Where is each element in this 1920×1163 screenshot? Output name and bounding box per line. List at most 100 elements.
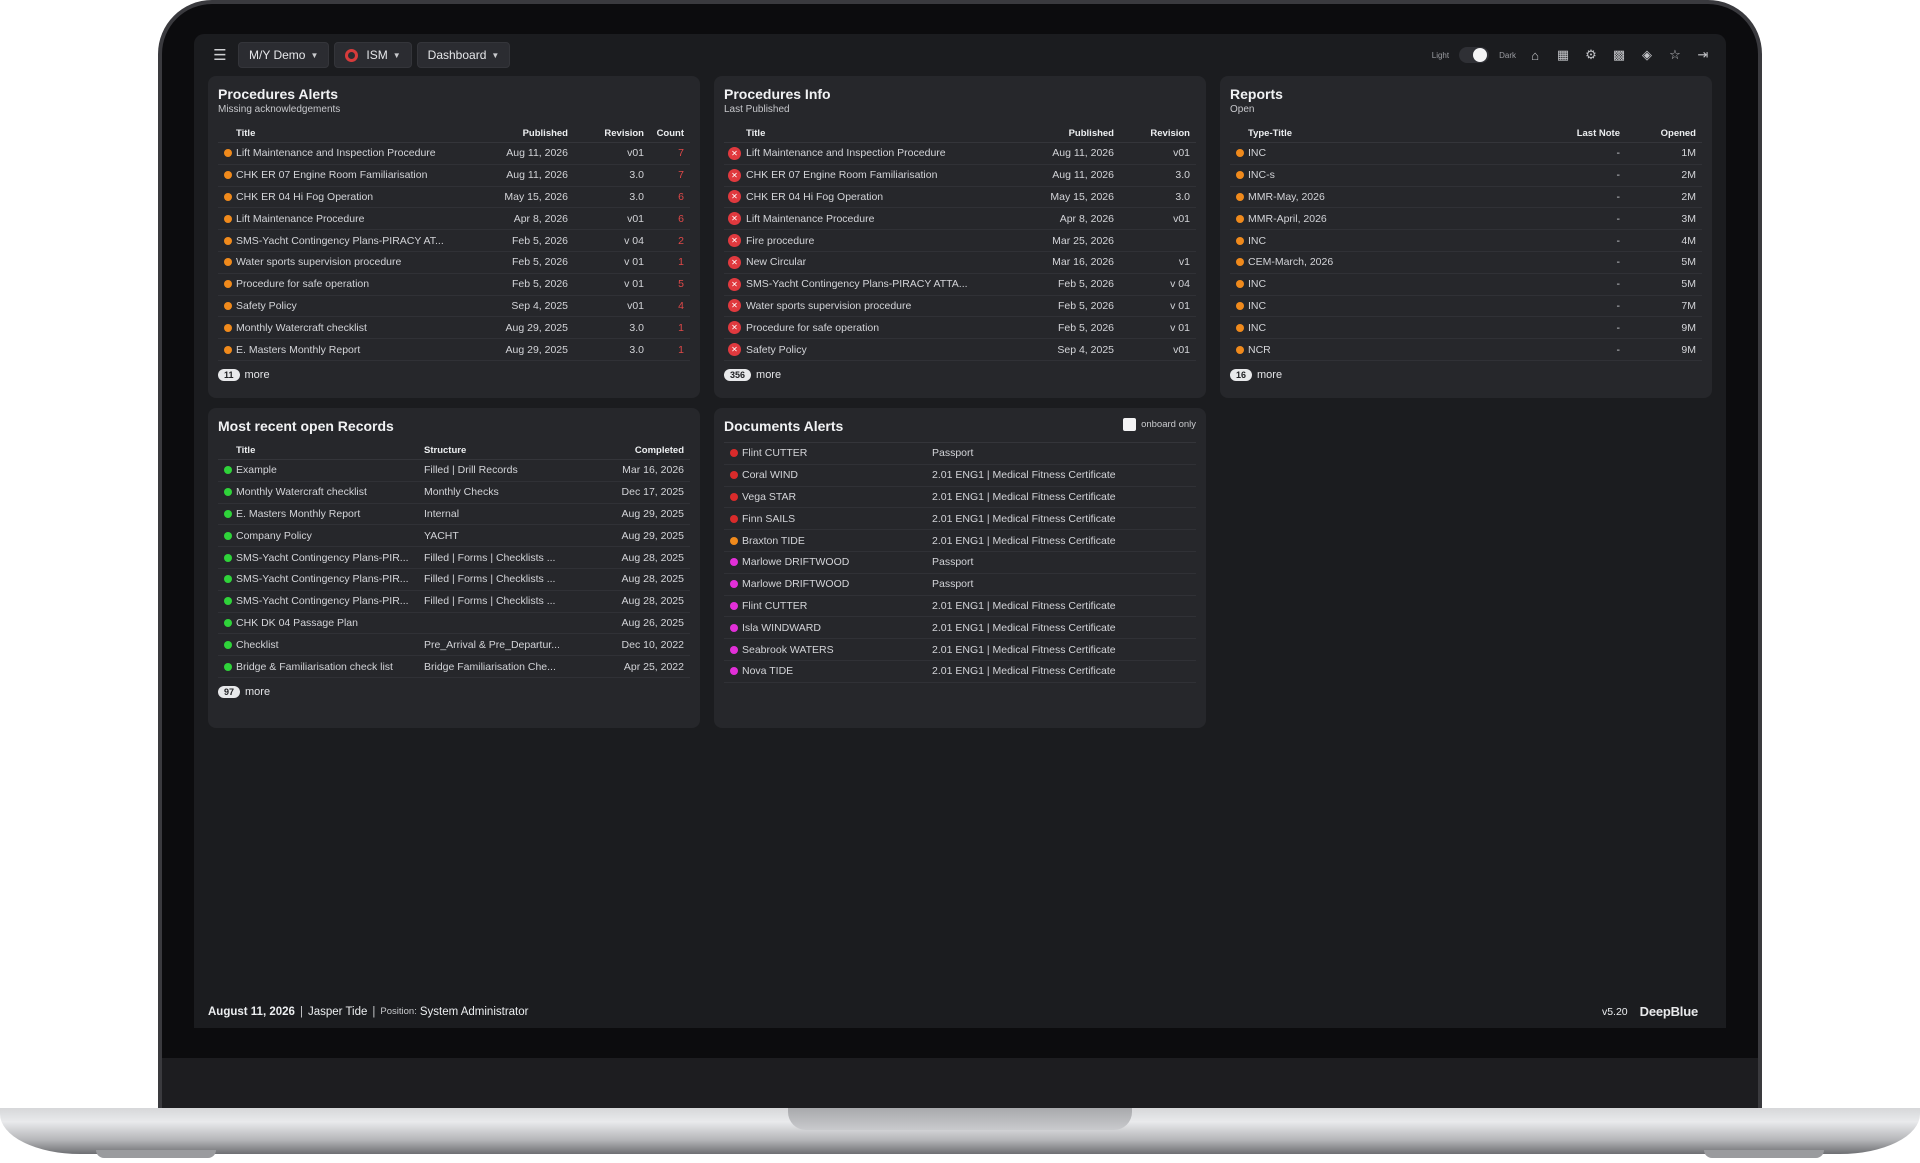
table-row[interactable]: Vega STAR 2.01 ENG1 | Medical Fitness Cer…	[724, 487, 1196, 509]
procedure-title[interactable]: Procedure for safe operation	[746, 322, 1000, 334]
table-row[interactable]: Lift Maintenance and Inspection Procedur…	[724, 143, 1196, 165]
report-type-title[interactable]: MMR-May, 2026	[1248, 191, 1506, 203]
onboard-only-filter[interactable]: onboard only	[1123, 418, 1196, 431]
crew-name[interactable]: Isla WINDWARD	[742, 622, 932, 634]
procedure-title[interactable]: Water sports supervision procedure	[236, 256, 454, 268]
procedure-title[interactable]: Safety Policy	[746, 344, 1000, 356]
procedure-title[interactable]: CHK ER 07 Engine Room Familiarisation	[236, 169, 454, 181]
column-header[interactable]: Revision	[1120, 128, 1196, 139]
procedure-title[interactable]: Lift Maintenance and Inspection Procedur…	[746, 147, 1000, 159]
report-type-title[interactable]: INC-s	[1248, 169, 1506, 181]
record-title[interactable]: E. Masters Monthly Report	[236, 508, 424, 520]
table-row[interactable]: Water sports supervision procedure Feb 5,…	[724, 296, 1196, 318]
table-row[interactable]: CHK ER 04 Hi Fog Operation May 15, 2026 3.…	[218, 187, 690, 209]
table-row[interactable]: Finn SAILS 2.01 ENG1 | Medical Fitness Ce…	[724, 508, 1196, 531]
theme-toggle[interactable]	[1459, 47, 1490, 63]
table-row[interactable]: Procedure for safe operation Feb 5, 2026 v…	[218, 274, 690, 296]
table-row[interactable]: CEM-March, 2026 - 5M	[1230, 252, 1702, 274]
table-row[interactable]: SMS-Yacht Contingency Plans-PIRACY ATTA.…	[724, 274, 1196, 296]
table-row[interactable]: Example Filled | Drill Records Mar 16, 202…	[218, 460, 690, 482]
table-row[interactable]: Nova TIDE 2.01 ENG1 | Medical Fitness Cer…	[724, 661, 1196, 683]
record-title[interactable]: Checklist	[236, 639, 424, 651]
column-header[interactable]: Last Note	[1506, 128, 1626, 139]
current-user[interactable]: Jasper Tide	[308, 1006, 367, 1018]
column-header[interactable]: Published	[454, 128, 574, 139]
procedure-title[interactable]: Fire procedure	[746, 235, 1000, 247]
report-type-title[interactable]: CEM-March, 2026	[1248, 256, 1506, 268]
column-header[interactable]: Published	[1000, 128, 1120, 139]
table-row[interactable]: INC - 4M	[1230, 230, 1702, 252]
record-title[interactable]: Bridge & Familiarisation check list	[236, 661, 424, 673]
table-row[interactable]: MMR-April, 2026 - 3M	[1230, 208, 1702, 231]
procedure-title[interactable]: Monthly Watercraft checklist	[236, 322, 454, 334]
star-icon[interactable]: ☆	[1666, 46, 1684, 64]
procedure-title[interactable]: Procedure for safe operation	[236, 278, 454, 290]
gear-icon[interactable]: ⚙	[1582, 46, 1600, 64]
column-header[interactable]: Revision	[574, 128, 650, 139]
report-type-title[interactable]: NCR	[1248, 344, 1506, 356]
table-row[interactable]: INC - 5M	[1230, 274, 1702, 296]
table-row[interactable]: Lift Maintenance Procedure Apr 8, 2026 v01…	[218, 208, 690, 231]
table-row[interactable]: Checklist Pre_Arrival & Pre_Departur... De…	[218, 634, 690, 657]
procedure-title[interactable]: E. Masters Monthly Report	[236, 344, 454, 356]
table-row[interactable]: INC-s - 2M	[1230, 165, 1702, 187]
calendar-icon[interactable]: ▦	[1554, 46, 1572, 64]
procedure-title[interactable]: Water sports supervision procedure	[746, 300, 1000, 312]
report-type-title[interactable]: MMR-April, 2026	[1248, 213, 1506, 225]
table-row[interactable]: New Circular Mar 16, 2026 v1	[724, 252, 1196, 274]
table-row[interactable]: Lift Maintenance Procedure Apr 8, 2026 v01	[724, 208, 1196, 231]
table-row[interactable]: SMS-Yacht Contingency Plans-PIR... Filled…	[218, 591, 690, 613]
procedure-title[interactable]: SMS-Yacht Contingency Plans-PIRACY AT...	[236, 235, 454, 247]
view-dropdown[interactable]: Dashboard ▼	[416, 42, 511, 68]
record-title[interactable]: SMS-Yacht Contingency Plans-PIR...	[236, 573, 424, 585]
procedure-title[interactable]: Safety Policy	[236, 300, 454, 312]
module-dropdown[interactable]: ISM ▼	[334, 42, 412, 68]
table-row[interactable]: CHK ER 07 Engine Room Familiarisation Aug…	[724, 165, 1196, 187]
record-title[interactable]: SMS-Yacht Contingency Plans-PIR...	[236, 595, 424, 607]
procedure-title[interactable]: Lift Maintenance Procedure	[746, 213, 1000, 225]
crew-name[interactable]: Marlowe DRIFTWOOD	[742, 578, 932, 590]
table-row[interactable]: CHK ER 07 Engine Room Familiarisation Aug…	[218, 165, 690, 187]
table-row[interactable]: SMS-Yacht Contingency Plans-PIR... Filled…	[218, 569, 690, 591]
table-row[interactable]: Marlowe DRIFTWOOD Passport	[724, 574, 1196, 596]
column-header[interactable]: Completed	[590, 445, 690, 456]
table-row[interactable]: INC - 7M	[1230, 296, 1702, 318]
crew-name[interactable]: Coral WIND	[742, 469, 932, 481]
table-row[interactable]: CHK DK 04 Passage Plan Aug 26, 2025	[218, 613, 690, 635]
table-row[interactable]: E. Masters Monthly Report Internal Aug 29,…	[218, 504, 690, 526]
record-title[interactable]: Monthly Watercraft checklist	[236, 486, 424, 498]
qr-code-icon[interactable]: ▩	[1610, 46, 1628, 64]
table-row[interactable]: NCR - 9M	[1230, 339, 1702, 361]
table-row[interactable]: Bridge & Familiarisation check list Bridg…	[218, 656, 690, 678]
column-header[interactable]: Count	[650, 128, 690, 139]
table-row[interactable]: Monthly Watercraft checklist Monthly Chec…	[218, 482, 690, 504]
report-type-title[interactable]: INC	[1248, 300, 1506, 312]
more-link[interactable]: 97 more	[218, 685, 690, 698]
column-header[interactable]: Type-Title	[1248, 128, 1506, 139]
report-type-title[interactable]: INC	[1248, 235, 1506, 247]
menu-icon[interactable]: ☰	[208, 43, 232, 67]
crew-name[interactable]: Braxton TIDE	[742, 535, 932, 547]
column-header[interactable]: Title	[746, 128, 1000, 139]
report-type-title[interactable]: INC	[1248, 322, 1506, 334]
table-row[interactable]: Fire procedure Mar 25, 2026	[724, 230, 1196, 252]
more-link[interactable]: 11 more	[218, 368, 690, 381]
table-row[interactable]: Procedure for safe operation Feb 5, 2026 v…	[724, 317, 1196, 340]
crew-name[interactable]: Nova TIDE	[742, 665, 932, 677]
table-row[interactable]: Monthly Watercraft checklist Aug 29, 2025…	[218, 317, 690, 340]
table-row[interactable]: E. Masters Monthly Report Aug 29, 2025 3.0…	[218, 339, 690, 361]
table-row[interactable]: Flint CUTTER Passport	[724, 443, 1196, 465]
column-header[interactable]: Opened	[1626, 128, 1702, 139]
crew-name[interactable]: Vega STAR	[742, 491, 932, 503]
report-type-title[interactable]: INC	[1248, 147, 1506, 159]
table-row[interactable]: Seabrook WATERS 2.01 ENG1 | Medical Fitne…	[724, 639, 1196, 661]
record-title[interactable]: Company Policy	[236, 530, 424, 542]
report-type-title[interactable]: INC	[1248, 278, 1506, 290]
more-link[interactable]: 16 more	[1230, 368, 1702, 381]
table-row[interactable]: SMS-Yacht Contingency Plans-PIR... Filled…	[218, 547, 690, 569]
column-header[interactable]: Title	[236, 445, 424, 456]
crew-name[interactable]: Marlowe DRIFTWOOD	[742, 556, 932, 568]
procedure-title[interactable]: CHK ER 04 Hi Fog Operation	[236, 191, 454, 203]
table-row[interactable]: Isla WINDWARD 2.01 ENG1 | Medical Fitness…	[724, 617, 1196, 640]
table-row[interactable]: Coral WIND 2.01 ENG1 | Medical Fitness Ce…	[724, 465, 1196, 487]
